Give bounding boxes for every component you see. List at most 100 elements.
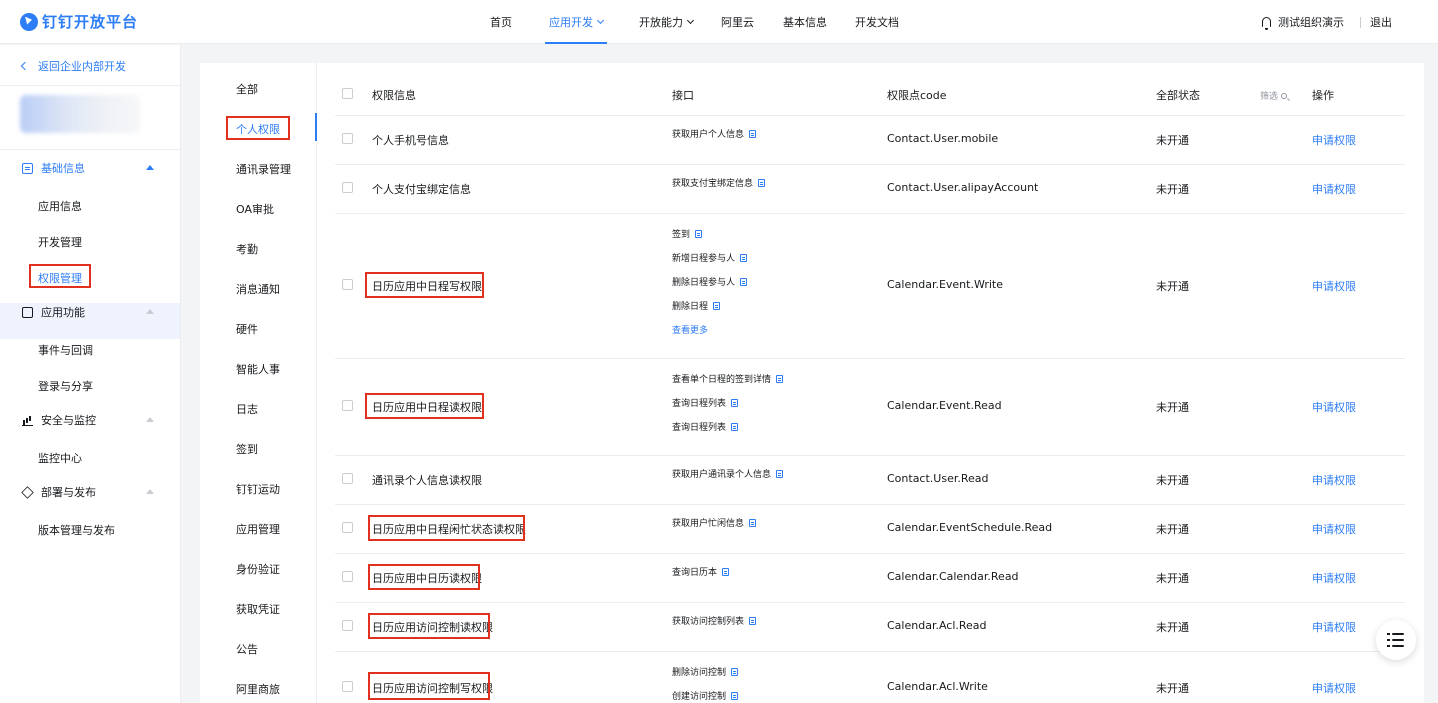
sidebar-group-security-monitoring[interactable]: 安全与监控: [22, 412, 162, 428]
category-business-travel[interactable]: 阿里商旅: [236, 681, 280, 697]
row-divider: [335, 504, 1405, 505]
permission-code: Calendar.Event.Read: [887, 399, 1002, 412]
app-avatar-blurred: [20, 95, 140, 133]
row-divider: [335, 651, 1405, 652]
row-checkbox[interactable]: [342, 681, 353, 692]
row-checkbox[interactable]: [342, 279, 353, 290]
api-link[interactable]: 删除访问控制: [672, 665, 739, 678]
category-log[interactable]: 日志: [236, 401, 258, 417]
api-link[interactable]: 获取访问控制列表: [672, 614, 757, 627]
sidebar-item-monitoring-center[interactable]: 监控中心: [38, 450, 82, 466]
nav-active-underline: [545, 42, 607, 44]
highlight-box: [368, 564, 480, 590]
api-link[interactable]: 创建访问控制: [672, 689, 739, 702]
sidebar-item-events-callbacks[interactable]: 事件与回调: [38, 342, 93, 358]
floating-list-button[interactable]: [1376, 620, 1416, 660]
select-all-checkbox[interactable]: [342, 88, 353, 99]
api-link[interactable]: 查询日历本: [672, 565, 730, 578]
nav-app-development[interactable]: 应用开发: [549, 0, 605, 44]
category-oa-approval[interactable]: OA审批: [236, 201, 274, 217]
status-text: 未开通: [1156, 183, 1189, 196]
highlight-box: [368, 515, 525, 541]
sidebar-item-dev-management[interactable]: 开发管理: [38, 234, 82, 250]
api-label: 删除访问控制: [672, 668, 727, 678]
document-icon: [749, 616, 757, 625]
row-divider: [335, 455, 1405, 456]
api-link[interactable]: 获取支付宝绑定信息: [672, 176, 766, 189]
api-link[interactable]: 查询日程列表: [672, 420, 739, 433]
document-icon: [776, 374, 784, 383]
caret-up-icon: [146, 417, 154, 422]
nav-aliyun[interactable]: 阿里云: [721, 0, 754, 44]
nav-open-capabilities[interactable]: 开放能力: [639, 0, 695, 44]
row-checkbox[interactable]: [342, 400, 353, 411]
category-attendance[interactable]: 考勤: [236, 241, 258, 257]
logo[interactable]: 钉钉开放平台: [20, 11, 138, 32]
row-checkbox[interactable]: [342, 522, 353, 533]
permission-code: Calendar.EventSchedule.Read: [887, 521, 1053, 534]
apply-permission-link[interactable]: 申请权限: [1312, 680, 1356, 696]
sidebar-group-app-features[interactable]: 应用功能: [22, 304, 162, 320]
permission-code: Calendar.Acl.Read: [887, 619, 987, 632]
api-label: 获取支付宝绑定信息: [672, 179, 754, 189]
org-name[interactable]: 测试组织演示: [1278, 14, 1344, 30]
logo-text: 钉钉开放平台: [42, 13, 139, 31]
row-divider: [335, 358, 1405, 359]
list-icon-dot: [1387, 645, 1390, 647]
api-link[interactable]: 获取用户通讯录个人信息: [672, 467, 784, 480]
permission-name: 个人支付宝绑定信息: [372, 183, 471, 196]
sidebar-group-label: 应用功能: [41, 306, 85, 319]
api-link[interactable]: 查看单个日程的签到详情: [672, 372, 784, 385]
api-link[interactable]: 删除日程: [672, 299, 721, 312]
api-link[interactable]: 获取用户忙闲信息: [672, 516, 757, 529]
permission-code: Contact.User.alipayAccount: [887, 181, 1039, 194]
row-checkbox[interactable]: [342, 473, 353, 484]
apply-permission-link[interactable]: 申请权限: [1312, 472, 1356, 488]
category-notifications[interactable]: 消息通知: [236, 281, 280, 297]
back-to-internal-dev-link[interactable]: 返回企业内部开发: [20, 58, 126, 74]
apply-permission-link[interactable]: 申请权限: [1312, 570, 1356, 586]
sidebar-item-version-release[interactable]: 版本管理与发布: [38, 522, 115, 538]
document-icon: [695, 229, 703, 238]
category-smart-hr[interactable]: 智能人事: [236, 361, 280, 377]
api-link[interactable]: 签到: [672, 227, 703, 240]
apply-permission-link[interactable]: 申请权限: [1312, 521, 1356, 537]
apply-permission-link[interactable]: 申请权限: [1312, 181, 1356, 197]
row-checkbox[interactable]: [342, 182, 353, 193]
status-text: 未开通: [1156, 682, 1189, 695]
row-checkbox[interactable]: [342, 620, 353, 631]
category-checkin[interactable]: 签到: [236, 441, 258, 457]
api-link[interactable]: 新增日程参与人: [672, 251, 748, 264]
apply-permission-link[interactable]: 申请权限: [1312, 399, 1356, 415]
api-link[interactable]: 获取用户个人信息: [672, 127, 757, 140]
sidebar-group-label: 安全与监控: [41, 414, 96, 427]
sidebar-group-deploy-release[interactable]: 部署与发布: [21, 484, 162, 500]
nav-dev-docs[interactable]: 开发文档: [855, 0, 899, 44]
column-header-status[interactable]: 全部状态: [1156, 87, 1200, 103]
view-more-link[interactable]: 查看更多: [672, 323, 708, 336]
api-link[interactable]: 查询日程列表: [672, 396, 739, 409]
row-checkbox[interactable]: [342, 133, 353, 144]
category-contacts[interactable]: 通讯录管理: [236, 161, 291, 177]
logout-link[interactable]: 退出: [1370, 14, 1392, 30]
filter-button[interactable]: 筛选: [1260, 89, 1288, 102]
category-all[interactable]: 全部: [236, 81, 258, 97]
category-identity[interactable]: 身份验证: [236, 561, 280, 577]
category-sports[interactable]: 钉钉运动: [236, 481, 280, 497]
apply-permission-link[interactable]: 申请权限: [1312, 132, 1356, 148]
category-app-management[interactable]: 应用管理: [236, 521, 280, 537]
bell-icon[interactable]: [1262, 17, 1271, 30]
nav-home[interactable]: 首页: [490, 0, 512, 44]
category-announcements[interactable]: 公告: [236, 641, 258, 657]
apply-permission-link[interactable]: 申请权限: [1312, 619, 1356, 635]
row-checkbox[interactable]: [342, 571, 353, 582]
api-link[interactable]: 删除日程参与人: [672, 275, 748, 288]
nav-basic-info[interactable]: 基本信息: [783, 0, 827, 44]
apply-permission-link[interactable]: 申请权限: [1312, 278, 1356, 294]
category-credentials[interactable]: 获取凭证: [236, 601, 280, 617]
category-hardware[interactable]: 硬件: [236, 321, 258, 337]
sidebar-group-basic-info[interactable]: 基础信息: [22, 160, 162, 176]
list-icon-line: [1392, 639, 1404, 641]
sidebar-item-app-info[interactable]: 应用信息: [38, 198, 82, 214]
sidebar-item-login-share[interactable]: 登录与分享: [38, 378, 93, 394]
